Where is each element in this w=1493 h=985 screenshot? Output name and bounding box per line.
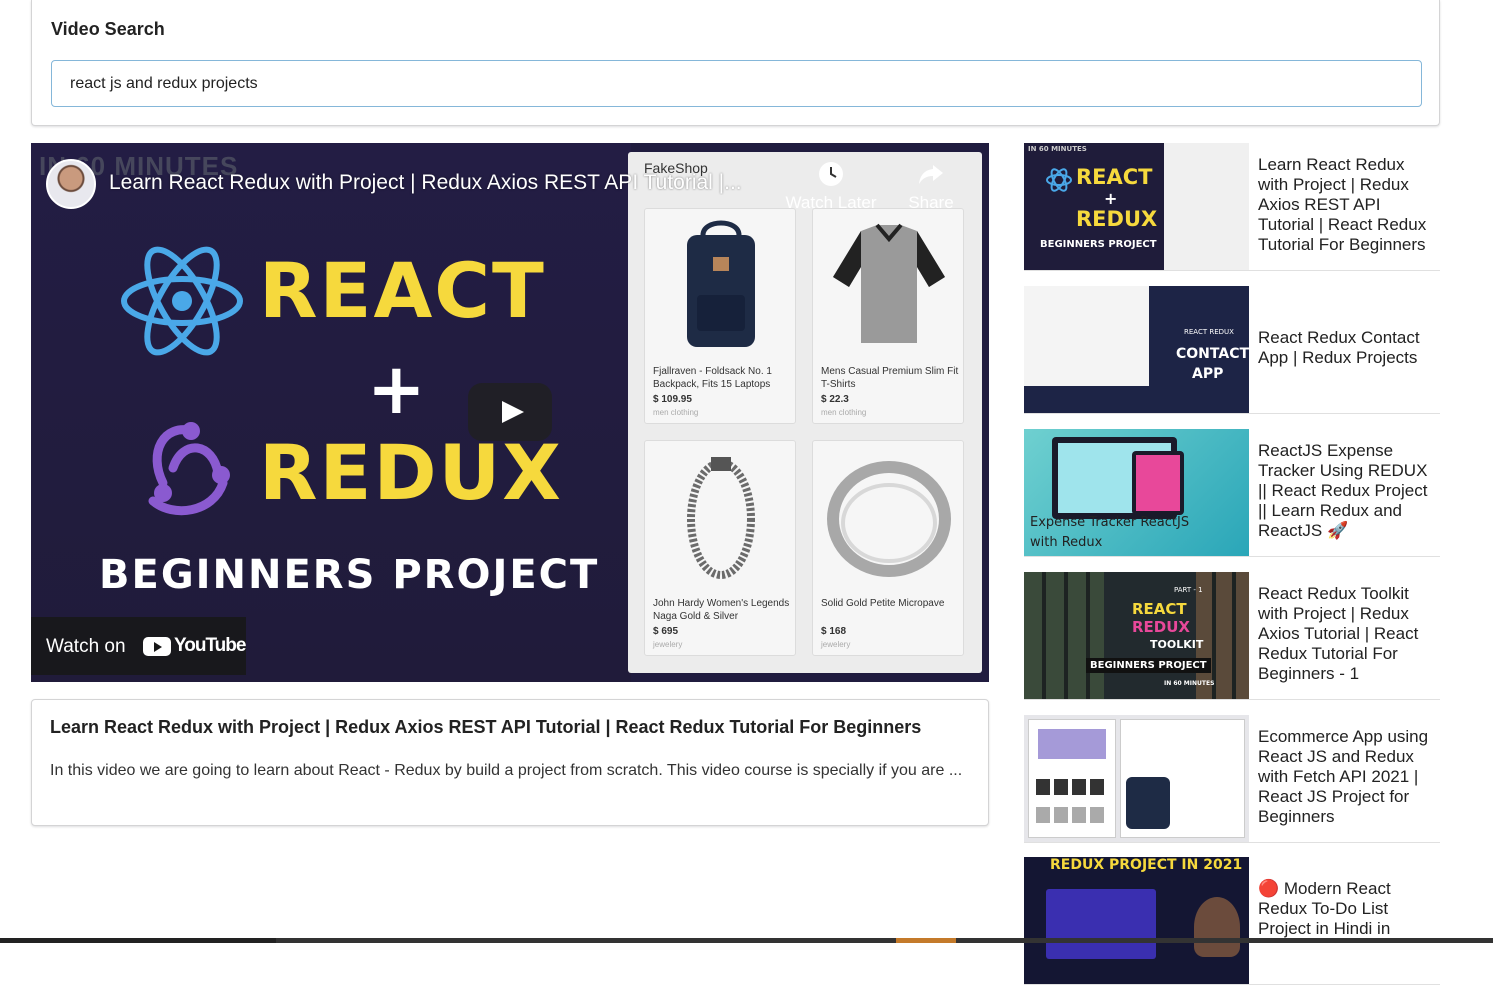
product-name: John Hardy Women's Legends Naga Gold & S… bbox=[653, 598, 790, 622]
tshirt-image bbox=[833, 223, 945, 343]
react-logo-icon bbox=[1046, 168, 1072, 192]
product-name: Fjallraven - Foldsack No. 1 Backpack, Fi… bbox=[653, 366, 772, 390]
ring-image bbox=[827, 461, 951, 577]
video-list-item[interactable]: PART - 1 REACT REDUX TOOLKIT BEGINNERS P… bbox=[1024, 572, 1440, 700]
thumb-plus-text: + bbox=[367, 348, 426, 430]
taskbar-strip bbox=[0, 938, 1493, 943]
watch-later-button[interactable]: Watch Later bbox=[783, 161, 879, 213]
video-thumbnail[interactable]: PART - 1 REACT REDUX TOOLKIT BEGINNERS P… bbox=[1024, 572, 1249, 699]
share-button[interactable]: Share bbox=[899, 161, 963, 213]
product-card: Fjallraven - Foldsack No. 1 Backpack, Fi… bbox=[644, 208, 796, 424]
product-category: jewelery bbox=[821, 640, 851, 649]
thumb-text: BEGINNERS PROJECT bbox=[1086, 658, 1211, 673]
product-card: Mens Casual Premium Slim Fit T-Shirts $ … bbox=[812, 208, 964, 424]
video-thumbnail[interactable] bbox=[1024, 715, 1249, 842]
thumb-text: REACT bbox=[1076, 165, 1153, 189]
video-list-title[interactable]: React Redux Contact App | Redux Projects bbox=[1258, 328, 1438, 368]
thumb-text: REACT REDUX bbox=[1184, 328, 1234, 336]
video-list-title[interactable]: Ecommerce App using React JS and Redux w… bbox=[1258, 727, 1438, 827]
product-card: John Hardy Women's Legends Naga Gold & S… bbox=[644, 440, 796, 656]
thumb-text: REDUX bbox=[1132, 618, 1190, 636]
share-label: Share bbox=[908, 193, 954, 212]
thumb-text: with Redux bbox=[1030, 535, 1103, 550]
product-price: $ 695 bbox=[653, 626, 679, 637]
video-list-item[interactable]: REDUX PROJECT IN 2021 🔴 Modern React Red… bbox=[1024, 857, 1440, 985]
thumb-text: + bbox=[1104, 189, 1118, 208]
thumb-text: REACT bbox=[1132, 600, 1187, 618]
thumb-text: APP bbox=[1192, 366, 1224, 382]
search-segment: Video Search bbox=[31, 0, 1440, 126]
watch-on-label: Watch on bbox=[46, 636, 126, 657]
redux-logo-icon bbox=[148, 422, 230, 516]
clock-icon bbox=[819, 162, 843, 186]
product-price: $ 168 bbox=[821, 626, 847, 637]
share-icon bbox=[919, 165, 943, 184]
video-details: Learn React Redux with Project | Redux A… bbox=[31, 699, 989, 826]
thumb-subtitle: BEGINNERS PROJECT bbox=[99, 552, 600, 598]
product-card: Solid Gold Petite Micropave $ 168 jewele… bbox=[812, 440, 964, 656]
product-category: jewelery bbox=[653, 640, 683, 649]
react-logo-icon bbox=[121, 246, 243, 356]
fakeshop-preview: FakeShop Fjallraven - Foldsack No. 1 Bac… bbox=[628, 152, 982, 673]
thumb-text: REDUX PROJECT IN 2021 bbox=[1050, 857, 1243, 873]
product-category: men clothing bbox=[653, 408, 699, 417]
search-input[interactable] bbox=[51, 60, 1422, 107]
video-list-item[interactable]: IN 60 MINUTES REACT + REDUX BEGINNERS PR… bbox=[1024, 143, 1440, 271]
thumb-text: TOOLKIT bbox=[1150, 638, 1204, 651]
thumb-badge: IN 60 MINUTES bbox=[1028, 145, 1087, 153]
bracelet-image bbox=[687, 457, 755, 579]
backpack-image bbox=[687, 220, 755, 347]
video-list-title[interactable]: React Redux Toolkit with Project | Redux… bbox=[1258, 584, 1438, 684]
video-list-item[interactable]: Ecommerce App using React JS and Redux w… bbox=[1024, 715, 1440, 843]
play-button[interactable] bbox=[468, 383, 552, 441]
product-name: Mens Casual Premium Slim Fit T-Shirts bbox=[821, 366, 959, 390]
watch-later-label: Watch Later bbox=[785, 193, 877, 212]
thumb-react-text: REACT bbox=[259, 246, 546, 335]
video-details-title: Learn React Redux with Project | Redux A… bbox=[50, 717, 922, 737]
thumb-redux-text: REDUX bbox=[259, 428, 563, 517]
thumb-text: CONTACT bbox=[1176, 346, 1249, 362]
video-list-title[interactable]: Learn React Redux with Project | Redux A… bbox=[1258, 155, 1438, 255]
player-title[interactable]: Learn React Redux with Project | Redux A… bbox=[109, 171, 769, 195]
thumb-text: Expense Tracker ReactJS bbox=[1030, 515, 1190, 530]
video-thumbnail[interactable]: IN 60 MINUTES REACT + REDUX BEGINNERS PR… bbox=[1024, 143, 1249, 270]
video-thumbnail[interactable]: REDUX PROJECT IN 2021 bbox=[1024, 857, 1249, 984]
video-player[interactable]: IN 60 MINUTES REACT + REDUX BEGINNERS PR… bbox=[31, 143, 989, 682]
video-details-description: In this video we are going to learn abou… bbox=[50, 762, 963, 779]
product-category: men clothing bbox=[821, 408, 867, 417]
video-list-title[interactable]: 🔴 Modern React Redux To-Do List Project … bbox=[1258, 879, 1438, 939]
youtube-wordmark: YouTube bbox=[174, 635, 246, 656]
video-thumbnail[interactable]: Expense Tracker ReactJS with Redux bbox=[1024, 429, 1249, 556]
video-list-item[interactable]: Expense Tracker ReactJS with Redux React… bbox=[1024, 429, 1440, 557]
youtube-play-icon bbox=[143, 637, 171, 656]
thumb-text: BEGINNERS PROJECT bbox=[1040, 239, 1157, 250]
thumb-text: REDUX bbox=[1076, 207, 1158, 231]
product-price: $ 109.95 bbox=[653, 394, 692, 405]
video-list-title[interactable]: ReactJS Expense Tracker Using REDUX || R… bbox=[1258, 441, 1438, 541]
product-name: Solid Gold Petite Micropave bbox=[821, 598, 945, 609]
search-label: Video Search bbox=[51, 19, 165, 39]
video-thumbnail[interactable]: REACT REDUX CONTACT APP bbox=[1024, 286, 1249, 413]
video-list-item[interactable]: REACT REDUX CONTACT APP React Redux Cont… bbox=[1024, 286, 1440, 414]
channel-avatar[interactable] bbox=[46, 159, 96, 209]
product-price: $ 22.3 bbox=[821, 394, 849, 405]
watch-on-youtube-button[interactable]: Watch on YouTube bbox=[31, 617, 246, 675]
thumb-badge: IN 60 MINUTES bbox=[1164, 680, 1215, 687]
thumb-text: PART - 1 bbox=[1174, 586, 1203, 594]
